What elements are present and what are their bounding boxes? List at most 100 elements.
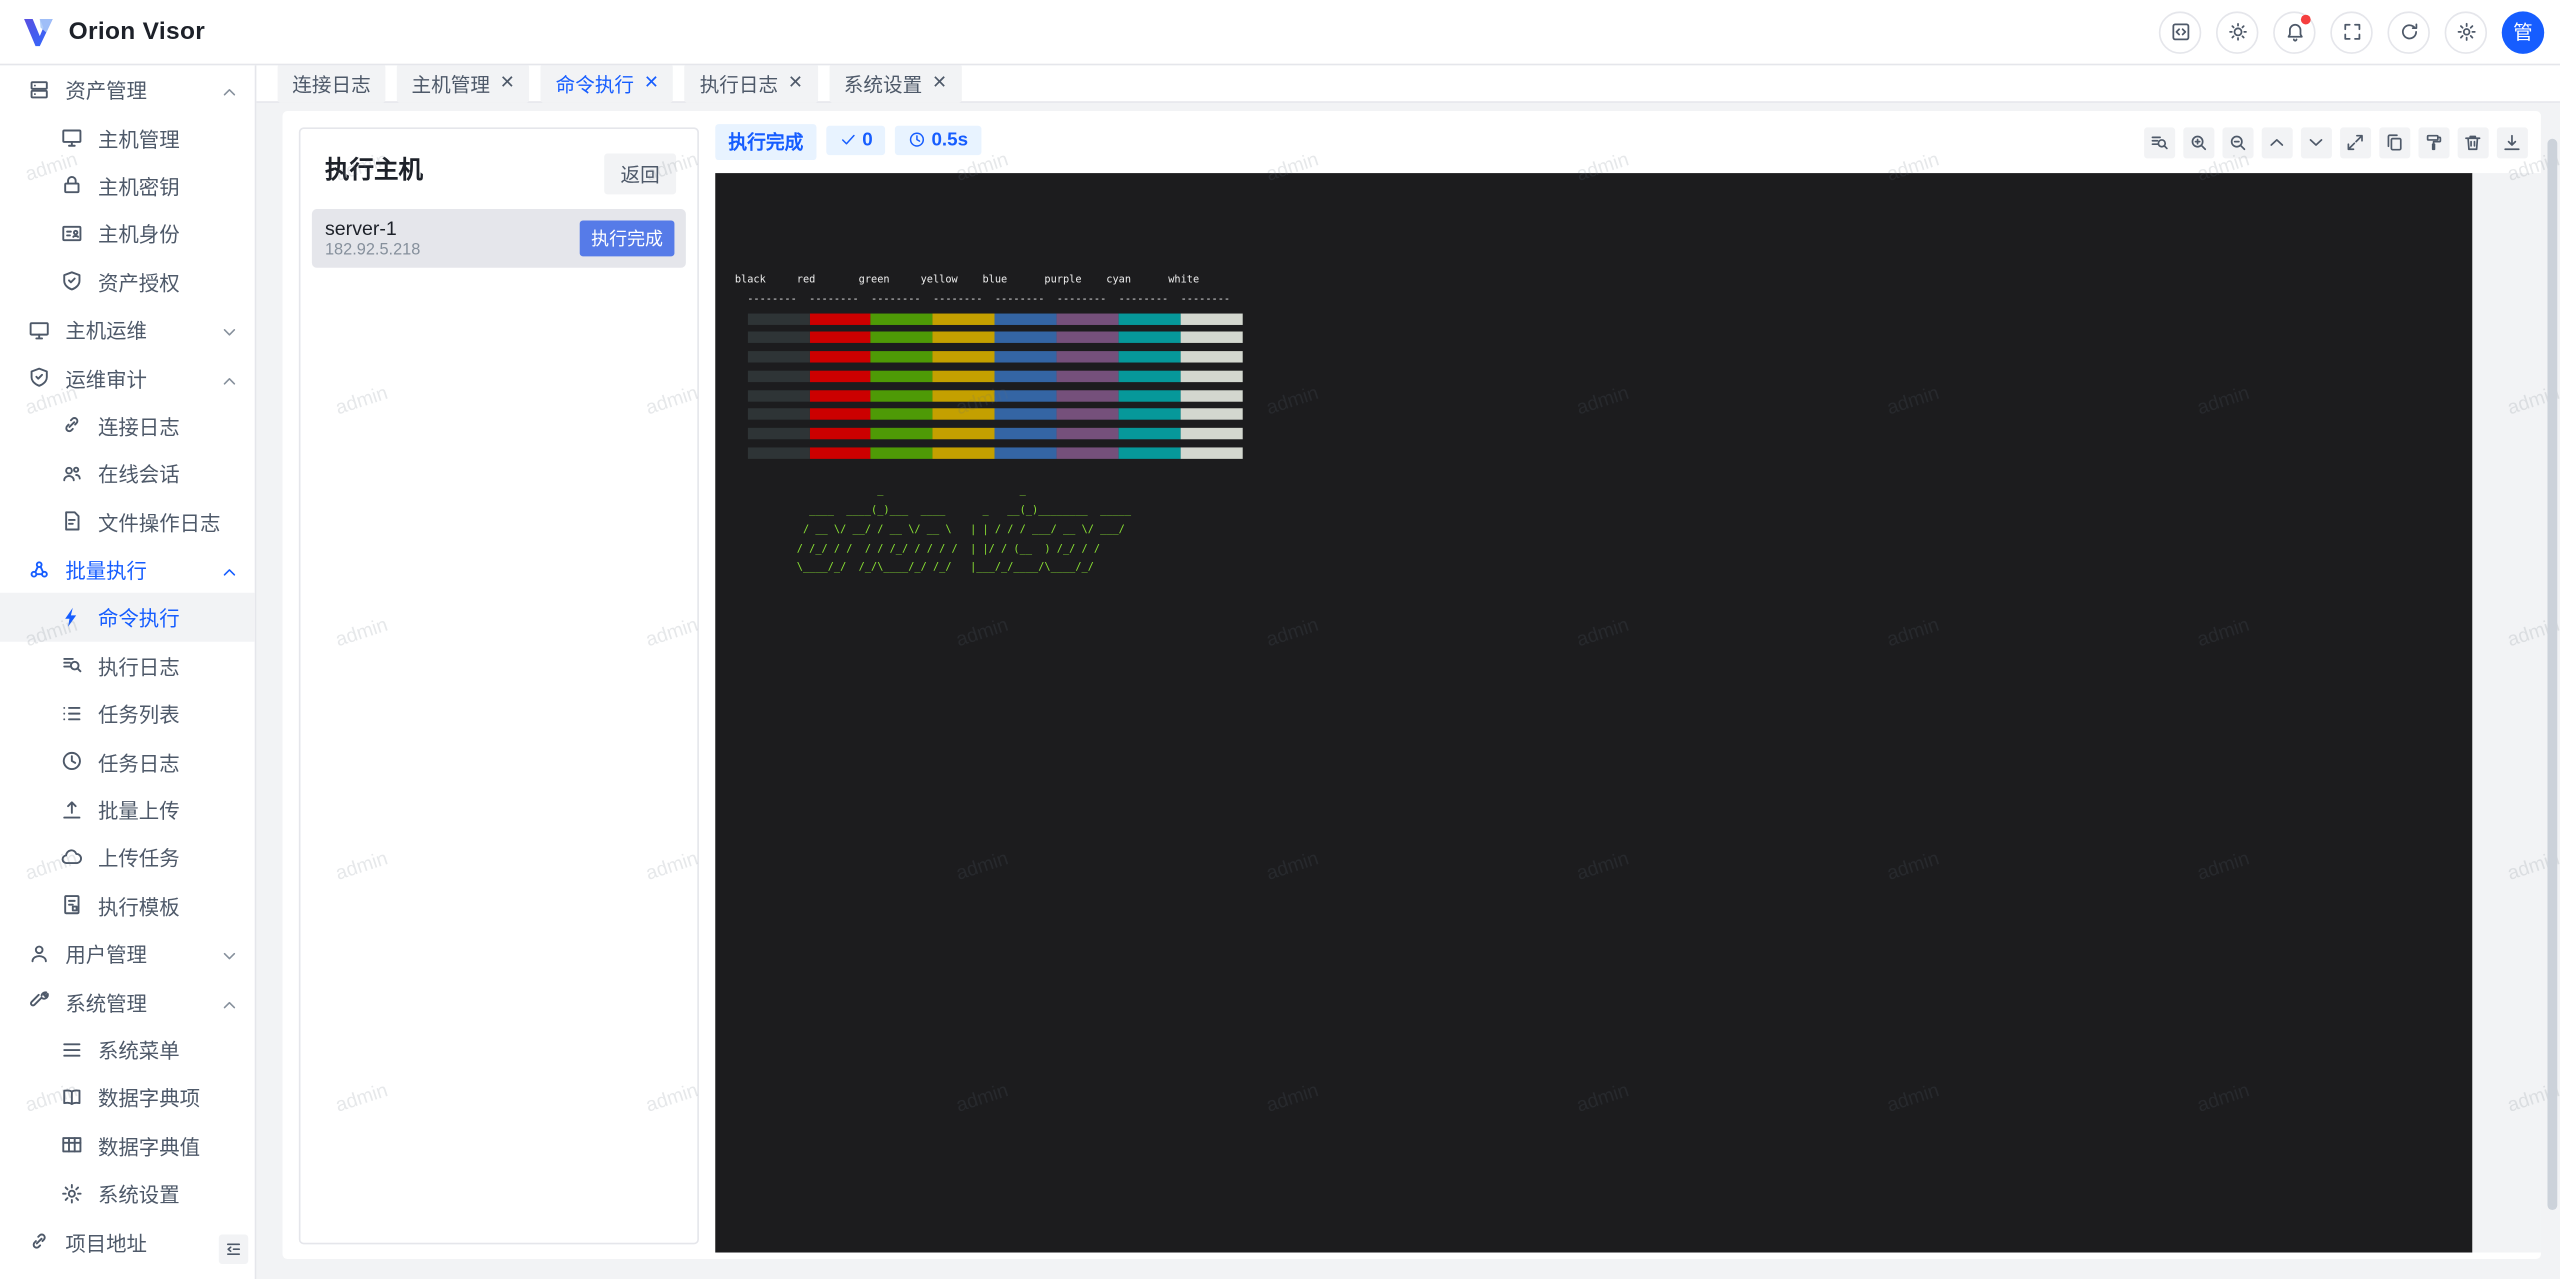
terminal-status-badge-2: 0: [826, 125, 885, 154]
sidebar-item-1[interactable]: 资产管理: [0, 65, 255, 113]
terminal-tool-download[interactable]: [2497, 127, 2528, 158]
ansi-color-block-white: [1181, 409, 1243, 420]
user-avatar[interactable]: 管: [2502, 11, 2544, 53]
sidebar-item-4[interactable]: 主机身份: [0, 209, 255, 257]
terminal-tool-search-list[interactable]: [2144, 127, 2175, 158]
bell-button[interactable]: [2273, 11, 2315, 53]
tab-close-icon[interactable]: ✕: [788, 74, 803, 92]
sidebar-item-7[interactable]: 运维审计: [0, 353, 255, 401]
terminal-tool-chevron-up[interactable]: [2262, 127, 2293, 158]
terminal-screen[interactable]: black red green yellow blue purple cyan …: [715, 173, 2472, 1252]
ansi-color-block-cyan: [1119, 409, 1181, 420]
sidebar-item-6[interactable]: 主机运维: [0, 305, 255, 353]
sidebar-item-17[interactable]: 上传任务: [0, 833, 255, 881]
tab-label: 系统设置: [844, 69, 922, 97]
sidebar-item-18[interactable]: 执行模板: [0, 881, 255, 929]
terminal-status-badge-3: 0.5s: [896, 125, 982, 154]
content-area: 执行主机 返回 server-1 182.92.5.218 执行完成 执行完成0…: [256, 101, 2560, 1279]
ansi-color-block-white: [1181, 332, 1243, 343]
main-panel: 执行主机 返回 server-1 182.92.5.218 执行完成 执行完成0…: [283, 111, 2541, 1259]
monitor-icon: [59, 125, 83, 149]
terminal-tool-zoom-out[interactable]: [2223, 127, 2254, 158]
sidebar-item-label: 连接日志: [98, 410, 180, 441]
ansi-color-block-purple: [1057, 428, 1119, 439]
ansi-color-block-green: [871, 409, 933, 420]
sidebar-item-25[interactable]: 项目地址: [0, 1217, 255, 1265]
app-logo: Orion Visor: [21, 15, 205, 49]
terminal-tool-chevron-down[interactable]: [2301, 127, 2332, 158]
sidebar-item-label: 批量执行: [65, 554, 147, 585]
sidebar-item-19[interactable]: 用户管理: [0, 929, 255, 977]
ansi-color-block-black: [747, 428, 809, 439]
ansi-color-block-blue: [995, 428, 1057, 439]
sidebar-item-22[interactable]: 数据字典项: [0, 1073, 255, 1121]
ansi-color-block-blue: [995, 313, 1057, 324]
sidebar-item-23[interactable]: 数据字典值: [0, 1121, 255, 1169]
tab-2[interactable]: 主机管理✕: [397, 64, 530, 103]
sidebar-item-13[interactable]: 执行日志: [0, 641, 255, 689]
terminal-tool-copy[interactable]: [2379, 127, 2410, 158]
chevron-up-icon: [222, 562, 237, 577]
sidebar-item-label: 任务列表: [98, 698, 180, 729]
page-scrollbar-thumb[interactable]: [2547, 139, 2557, 1210]
tab-3[interactable]: 命令执行✕: [541, 64, 674, 103]
sidebar-collapse-button[interactable]: [219, 1235, 248, 1264]
exec-host-card: 执行主机 返回 server-1 182.92.5.218 执行完成: [299, 127, 699, 1244]
gear-button[interactable]: [2445, 11, 2487, 53]
shield-icon: [59, 269, 83, 293]
sun-icon: [2227, 21, 2248, 42]
tab-1[interactable]: 连接日志: [278, 64, 386, 103]
sun-button[interactable]: [2216, 11, 2258, 53]
sidebar-item-12[interactable]: 命令执行: [0, 593, 255, 641]
sidebar-item-3[interactable]: 主机密钥: [0, 161, 255, 209]
brush-icon: [2424, 132, 2444, 152]
code-square-button[interactable]: [2159, 11, 2201, 53]
sidebar-item-21[interactable]: 系统菜单: [0, 1025, 255, 1073]
fullscreen-button[interactable]: [2330, 11, 2372, 53]
tab-4[interactable]: 执行日志✕: [685, 64, 818, 103]
menu-icon: [59, 1037, 83, 1061]
zoom-in-icon: [2189, 132, 2209, 152]
ansi-color-block-black: [747, 447, 809, 458]
tab-5[interactable]: 系统设置 ✕: [829, 64, 962, 103]
terminal-tool-brush[interactable]: [2418, 127, 2449, 158]
ansi-color-block-red: [809, 409, 871, 420]
sidebar-item-9[interactable]: 在线会话: [0, 449, 255, 497]
upload-icon: [59, 797, 83, 821]
sidebar-item-11[interactable]: 批量执行: [0, 545, 255, 593]
sidebar-item-label: 主机运维: [65, 314, 147, 345]
terminal-tool-trash[interactable]: [2458, 127, 2489, 158]
sidebar-item-10[interactable]: 文件操作日志: [0, 497, 255, 545]
ansi-color-block-black: [747, 370, 809, 381]
sidebar-item-16[interactable]: 批量上传: [0, 785, 255, 833]
ansi-color-block-yellow: [933, 313, 995, 324]
ansi-color-block-green: [871, 370, 933, 381]
host-list-item[interactable]: server-1 182.92.5.218 执行完成: [312, 209, 686, 268]
sidebar-item-label: 在线会话: [98, 458, 180, 489]
tab-close-icon[interactable]: ✕: [932, 74, 947, 92]
sidebar-item-14[interactable]: 任务列表: [0, 689, 255, 737]
back-button[interactable]: 返回: [604, 154, 676, 195]
ansi-color-block-blue: [995, 370, 1057, 381]
sidebar-item-label: 系统设置: [98, 1178, 180, 1209]
tab-close-icon[interactable]: ✕: [644, 74, 659, 92]
sidebar-item-5[interactable]: 资产授权: [0, 257, 255, 305]
check-icon: [839, 131, 857, 149]
ansi-color-block-black: [747, 351, 809, 362]
sidebar-item-20[interactable]: 系统管理: [0, 977, 255, 1025]
terminal-pane: 执行完成00.5s black red green yellow blue pu…: [715, 122, 2541, 1259]
ansi-color-block-red: [809, 332, 871, 343]
sidebar-item-label: 用户管理: [65, 938, 147, 969]
refresh-button[interactable]: [2387, 11, 2429, 53]
sidebar-item-15[interactable]: 任务日志: [0, 737, 255, 785]
sidebar-item-2[interactable]: 主机管理: [0, 113, 255, 161]
terminal-tool-zoom-in[interactable]: [2183, 127, 2214, 158]
sidebar-item-24[interactable]: 系统设置: [0, 1169, 255, 1217]
fullscreen-icon: [2341, 21, 2362, 42]
bell-icon: [2284, 21, 2305, 42]
ansi-color-block-white: [1181, 351, 1243, 362]
tab-close-icon[interactable]: ✕: [500, 74, 515, 92]
tab-label: 连接日志: [292, 69, 370, 97]
terminal-tool-expand[interactable]: [2340, 127, 2371, 158]
sidebar-item-8[interactable]: 连接日志: [0, 401, 255, 449]
